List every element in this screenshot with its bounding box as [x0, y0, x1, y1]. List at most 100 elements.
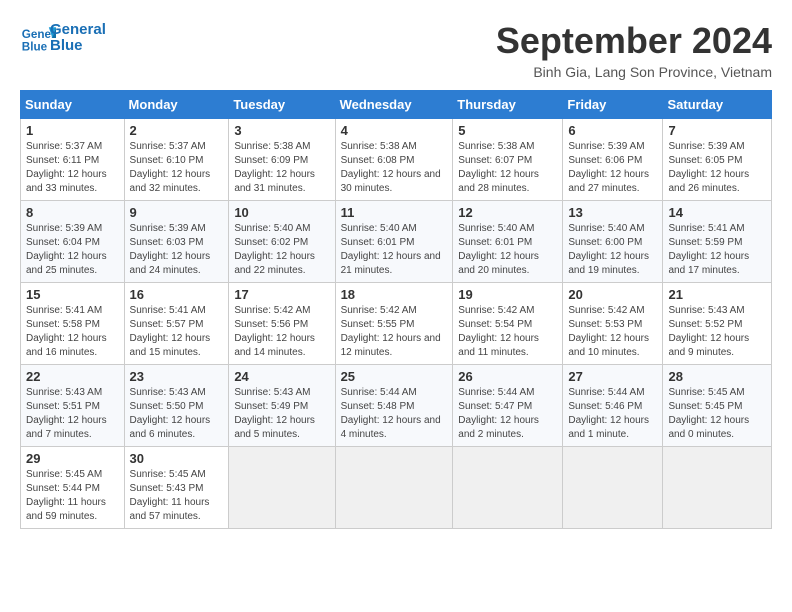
day-number: 20	[568, 287, 657, 302]
day-header-wednesday: Wednesday	[335, 91, 453, 119]
calendar-cell: 4 Sunrise: 5:38 AMSunset: 6:08 PMDayligh…	[335, 119, 453, 201]
day-info: Sunrise: 5:40 AMSunset: 6:01 PMDaylight:…	[341, 223, 441, 276]
day-number: 7	[668, 123, 766, 138]
day-number: 30	[130, 451, 224, 466]
calendar-body: 1 Sunrise: 5:37 AMSunset: 6:11 PMDayligh…	[21, 119, 772, 529]
day-number: 9	[130, 205, 224, 220]
day-number: 10	[234, 205, 329, 220]
calendar-cell: 6 Sunrise: 5:39 AMSunset: 6:06 PMDayligh…	[563, 119, 663, 201]
calendar-week-row: 1 Sunrise: 5:37 AMSunset: 6:11 PMDayligh…	[21, 119, 772, 201]
calendar-cell	[563, 447, 663, 529]
day-info: Sunrise: 5:43 AMSunset: 5:49 PMDaylight:…	[234, 387, 315, 440]
calendar-cell: 26 Sunrise: 5:44 AMSunset: 5:47 PMDaylig…	[453, 365, 563, 447]
day-number: 28	[668, 369, 766, 384]
day-info: Sunrise: 5:42 AMSunset: 5:54 PMDaylight:…	[458, 305, 539, 358]
logo-line1: General	[50, 22, 106, 39]
day-number: 1	[26, 123, 119, 138]
day-number: 27	[568, 369, 657, 384]
day-number: 2	[130, 123, 224, 138]
day-info: Sunrise: 5:45 AMSunset: 5:43 PMDaylight:…	[130, 469, 210, 522]
calendar-cell: 2 Sunrise: 5:37 AMSunset: 6:10 PMDayligh…	[124, 119, 229, 201]
day-info: Sunrise: 5:44 AMSunset: 5:48 PMDaylight:…	[341, 387, 441, 440]
calendar-cell: 21 Sunrise: 5:43 AMSunset: 5:52 PMDaylig…	[663, 283, 772, 365]
day-info: Sunrise: 5:42 AMSunset: 5:53 PMDaylight:…	[568, 305, 649, 358]
logo: General Blue General Blue	[20, 20, 106, 56]
day-number: 6	[568, 123, 657, 138]
calendar-cell: 22 Sunrise: 5:43 AMSunset: 5:51 PMDaylig…	[21, 365, 125, 447]
calendar-table: SundayMondayTuesdayWednesdayThursdayFrid…	[20, 90, 772, 529]
day-number: 15	[26, 287, 119, 302]
day-header-monday: Monday	[124, 91, 229, 119]
day-info: Sunrise: 5:39 AMSunset: 6:04 PMDaylight:…	[26, 223, 107, 276]
day-number: 12	[458, 205, 557, 220]
day-info: Sunrise: 5:37 AMSunset: 6:10 PMDaylight:…	[130, 141, 211, 194]
day-info: Sunrise: 5:44 AMSunset: 5:46 PMDaylight:…	[568, 387, 649, 440]
logo-line2: Blue	[50, 38, 106, 55]
calendar-cell: 12 Sunrise: 5:40 AMSunset: 6:01 PMDaylig…	[453, 201, 563, 283]
calendar-cell: 1 Sunrise: 5:37 AMSunset: 6:11 PMDayligh…	[21, 119, 125, 201]
day-info: Sunrise: 5:41 AMSunset: 5:58 PMDaylight:…	[26, 305, 107, 358]
calendar-week-row: 22 Sunrise: 5:43 AMSunset: 5:51 PMDaylig…	[21, 365, 772, 447]
calendar-cell: 17 Sunrise: 5:42 AMSunset: 5:56 PMDaylig…	[229, 283, 335, 365]
day-info: Sunrise: 5:39 AMSunset: 6:06 PMDaylight:…	[568, 141, 649, 194]
day-number: 4	[341, 123, 448, 138]
calendar-week-row: 29 Sunrise: 5:45 AMSunset: 5:44 PMDaylig…	[21, 447, 772, 529]
calendar-cell: 16 Sunrise: 5:41 AMSunset: 5:57 PMDaylig…	[124, 283, 229, 365]
calendar-cell: 20 Sunrise: 5:42 AMSunset: 5:53 PMDaylig…	[563, 283, 663, 365]
location-title: Binh Gia, Lang Son Province, Vietnam	[496, 64, 772, 80]
day-info: Sunrise: 5:37 AMSunset: 6:11 PMDaylight:…	[26, 141, 107, 194]
calendar-cell: 14 Sunrise: 5:41 AMSunset: 5:59 PMDaylig…	[663, 201, 772, 283]
day-number: 16	[130, 287, 224, 302]
calendar-cell: 9 Sunrise: 5:39 AMSunset: 6:03 PMDayligh…	[124, 201, 229, 283]
day-info: Sunrise: 5:43 AMSunset: 5:52 PMDaylight:…	[668, 305, 749, 358]
page-header: General Blue General Blue September 2024…	[20, 20, 772, 80]
day-info: Sunrise: 5:41 AMSunset: 5:57 PMDaylight:…	[130, 305, 211, 358]
month-title: September 2024	[496, 20, 772, 62]
day-number: 22	[26, 369, 119, 384]
calendar-cell: 28 Sunrise: 5:45 AMSunset: 5:45 PMDaylig…	[663, 365, 772, 447]
calendar-cell: 11 Sunrise: 5:40 AMSunset: 6:01 PMDaylig…	[335, 201, 453, 283]
calendar-cell: 10 Sunrise: 5:40 AMSunset: 6:02 PMDaylig…	[229, 201, 335, 283]
day-number: 13	[568, 205, 657, 220]
calendar-week-row: 8 Sunrise: 5:39 AMSunset: 6:04 PMDayligh…	[21, 201, 772, 283]
day-number: 19	[458, 287, 557, 302]
day-number: 8	[26, 205, 119, 220]
day-info: Sunrise: 5:42 AMSunset: 5:56 PMDaylight:…	[234, 305, 315, 358]
calendar-cell: 24 Sunrise: 5:43 AMSunset: 5:49 PMDaylig…	[229, 365, 335, 447]
day-number: 21	[668, 287, 766, 302]
day-header-tuesday: Tuesday	[229, 91, 335, 119]
day-number: 11	[341, 205, 448, 220]
day-info: Sunrise: 5:42 AMSunset: 5:55 PMDaylight:…	[341, 305, 441, 358]
day-info: Sunrise: 5:39 AMSunset: 6:03 PMDaylight:…	[130, 223, 211, 276]
day-number: 24	[234, 369, 329, 384]
day-info: Sunrise: 5:45 AMSunset: 5:45 PMDaylight:…	[668, 387, 749, 440]
calendar-cell: 30 Sunrise: 5:45 AMSunset: 5:43 PMDaylig…	[124, 447, 229, 529]
day-info: Sunrise: 5:41 AMSunset: 5:59 PMDaylight:…	[668, 223, 749, 276]
day-info: Sunrise: 5:40 AMSunset: 6:02 PMDaylight:…	[234, 223, 315, 276]
day-info: Sunrise: 5:38 AMSunset: 6:08 PMDaylight:…	[341, 141, 441, 194]
calendar-cell: 5 Sunrise: 5:38 AMSunset: 6:07 PMDayligh…	[453, 119, 563, 201]
day-number: 25	[341, 369, 448, 384]
calendar-cell: 25 Sunrise: 5:44 AMSunset: 5:48 PMDaylig…	[335, 365, 453, 447]
calendar-cell: 27 Sunrise: 5:44 AMSunset: 5:46 PMDaylig…	[563, 365, 663, 447]
day-number: 18	[341, 287, 448, 302]
day-header-saturday: Saturday	[663, 91, 772, 119]
calendar-cell: 13 Sunrise: 5:40 AMSunset: 6:00 PMDaylig…	[563, 201, 663, 283]
day-number: 14	[668, 205, 766, 220]
svg-text:Blue: Blue	[22, 41, 48, 54]
calendar-cell: 23 Sunrise: 5:43 AMSunset: 5:50 PMDaylig…	[124, 365, 229, 447]
calendar-cell	[453, 447, 563, 529]
calendar-cell: 8 Sunrise: 5:39 AMSunset: 6:04 PMDayligh…	[21, 201, 125, 283]
day-info: Sunrise: 5:40 AMSunset: 6:01 PMDaylight:…	[458, 223, 539, 276]
day-number: 17	[234, 287, 329, 302]
calendar-header-row: SundayMondayTuesdayWednesdayThursdayFrid…	[21, 91, 772, 119]
day-number: 26	[458, 369, 557, 384]
day-info: Sunrise: 5:45 AMSunset: 5:44 PMDaylight:…	[26, 469, 106, 522]
title-section: September 2024 Binh Gia, Lang Son Provin…	[496, 20, 772, 80]
calendar-cell: 18 Sunrise: 5:42 AMSunset: 5:55 PMDaylig…	[335, 283, 453, 365]
calendar-cell	[335, 447, 453, 529]
day-number: 5	[458, 123, 557, 138]
day-info: Sunrise: 5:44 AMSunset: 5:47 PMDaylight:…	[458, 387, 539, 440]
day-number: 29	[26, 451, 119, 466]
calendar-cell: 3 Sunrise: 5:38 AMSunset: 6:09 PMDayligh…	[229, 119, 335, 201]
